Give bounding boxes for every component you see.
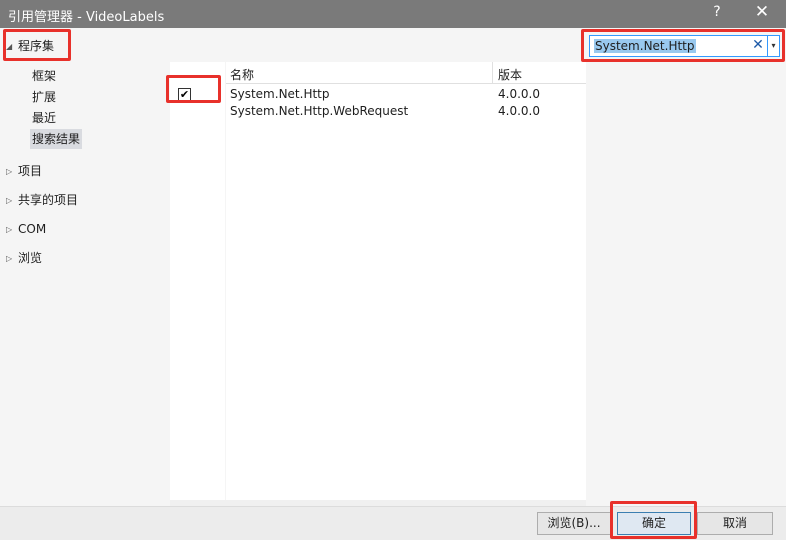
sidebar-item-projects[interactable]: ▷ 项目 [6,161,42,181]
search-value[interactable]: System.Net.Http [594,39,696,53]
sidebar-item-label: 扩展 [32,90,57,104]
cancel-button[interactable]: 取消 [697,512,773,535]
browse-button[interactable]: 浏览(B)... [537,512,611,535]
close-icon[interactable]: ✕ [752,2,772,22]
expanded-triangle-icon[interactable]: ◢ [6,37,18,57]
row-name: System.Net.Http.WebRequest [230,104,409,118]
sidebar-item-browse[interactable]: ▷ 浏览 [6,248,42,268]
list-header: 名称 版本 [226,62,586,84]
details-panel [586,62,786,506]
reference-list: 名称 版本 System.Net.Http 4.0.0.0 System.Net… [226,62,586,500]
column-header-version[interactable]: 版本 [498,66,522,83]
sidebar-item-extensions[interactable]: 扩展 [30,87,58,107]
column-divider[interactable] [492,62,493,84]
sidebar-item-search-results[interactable]: 搜索结果 [30,129,83,149]
table-row[interactable]: System.Net.Http.WebRequest 4.0.0.0 [226,103,586,120]
collapsed-triangle-icon[interactable]: ▷ [6,162,18,182]
collapsed-triangle-icon[interactable]: ▷ [6,220,18,240]
sidebar-item-label: 共享的项目 [18,193,79,207]
sidebar-item-framework[interactable]: 框架 [30,66,58,86]
row-version: 4.0.0.0 [498,104,540,118]
window-title: 引用管理器 - VideoLabels [8,10,165,25]
table-row[interactable]: System.Net.Http 4.0.0.0 [226,86,586,103]
clear-icon[interactable]: ✕ [751,37,765,53]
collapsed-triangle-icon[interactable]: ▷ [6,191,18,211]
title-bar: 引用管理器 - VideoLabels ? ✕ [0,0,786,28]
sidebar-item-label: 程序集 [18,39,55,53]
search-input[interactable]: System.Net.Http ✕ ▾ [589,35,780,57]
chevron-down-icon[interactable]: ▾ [767,36,779,56]
sidebar-item-label: 框架 [32,69,57,83]
sidebar-item-assemblies[interactable]: ◢ 程序集 [6,36,54,56]
sidebar-item-recent[interactable]: 最近 [30,108,58,128]
sidebar-item-shared-projects[interactable]: ▷ 共享的项目 [6,190,78,210]
sidebar-item-label: COM [18,222,47,236]
column-header-name[interactable]: 名称 [230,66,254,83]
ok-button[interactable]: 确定 [617,512,691,535]
row-name: System.Net.Http [230,87,330,101]
sidebar-item-com[interactable]: ▷ COM [6,219,46,239]
reference-list-panel: ✔ 名称 版本 System.Net.Http 4.0.0.0 System.N… [170,62,586,500]
row-version: 4.0.0.0 [498,87,540,101]
collapsed-triangle-icon[interactable]: ▷ [6,249,18,269]
sidebar-item-label: 最近 [32,111,57,125]
checkbox-column: ✔ [170,62,225,500]
sidebar-item-label: 项目 [18,164,43,178]
footer: 浏览(B)... 确定 取消 [0,506,786,540]
help-icon[interactable]: ? [709,4,725,20]
sidebar-item-label: 搜索结果 [32,132,81,146]
sidebar-item-label: 浏览 [18,251,43,265]
row-checkbox[interactable]: ✔ [178,88,191,101]
sidebar: ◢ 程序集 框架 扩展 最近 搜索结果 ▷ 项目 ▷ 共享的项目 ▷ COM ▷ 浏览 [0,28,170,506]
